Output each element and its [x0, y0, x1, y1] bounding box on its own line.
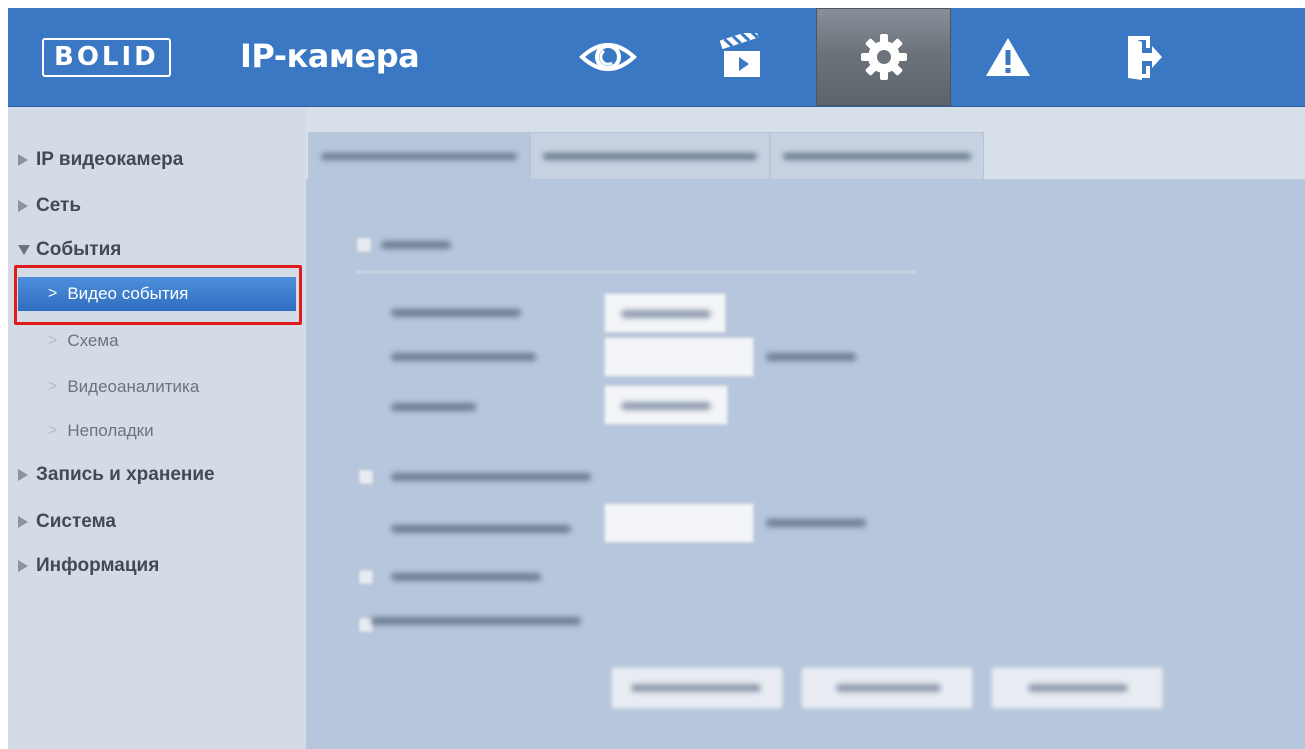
- sidebar-item-label: Система: [36, 511, 116, 532]
- nav-alarm-button[interactable]: [948, 8, 1068, 106]
- sidebar-subitem-label: Видеоаналитика: [67, 377, 200, 396]
- nav-setup-button[interactable]: [816, 8, 951, 106]
- record-delay-input[interactable]: [604, 503, 754, 543]
- sidebar-item-label: IP видеокамера: [36, 149, 184, 170]
- tab-bar: [306, 107, 1305, 179]
- sidebar-item-storage[interactable]: Запись и хранение: [18, 462, 215, 488]
- record-checkbox[interactable]: [358, 469, 374, 485]
- blurred-label: [391, 525, 571, 533]
- blurred-label: [836, 684, 941, 692]
- email-checkbox[interactable]: [358, 569, 374, 585]
- sidebar-item-events[interactable]: События: [18, 237, 121, 263]
- sidebar-item-network[interactable]: Сеть: [18, 193, 81, 219]
- content-area: [306, 107, 1305, 749]
- blurred-label: [371, 617, 581, 625]
- logout-icon: [1128, 36, 1162, 80]
- sidebar-subitem-video-analytics[interactable]: > Видеоаналитика: [48, 375, 199, 399]
- eye-icon: [579, 43, 637, 71]
- expand-arrow-icon: [18, 516, 28, 528]
- tab-video-tamper[interactable]: [530, 132, 770, 179]
- sidebar: IP видеокамера Сеть События > Видео собы…: [8, 107, 306, 749]
- blurred-label: [766, 519, 866, 527]
- enable-checkbox[interactable]: [356, 237, 372, 253]
- chevron-right-icon: >: [48, 378, 58, 395]
- expand-arrow-icon: [18, 469, 28, 481]
- tab-scene-change[interactable]: [770, 132, 984, 179]
- settings-panel: [306, 179, 1305, 749]
- blurred-label: [391, 473, 591, 481]
- sidebar-item-system[interactable]: Система: [18, 509, 116, 535]
- sidebar-item-label: Сеть: [36, 195, 82, 216]
- sidebar-subitem-faults[interactable]: > Неполадки: [48, 419, 154, 443]
- blurred-label: [391, 353, 536, 361]
- sidebar-subitem-label: Схема: [67, 331, 119, 350]
- gear-icon: [860, 34, 907, 80]
- sidebar-item-information[interactable]: Информация: [18, 553, 159, 579]
- expand-arrow-icon: [18, 154, 28, 166]
- brand-logo: BOLID: [42, 38, 171, 77]
- nav-live-button[interactable]: [548, 8, 668, 106]
- highlight-annotation: [14, 265, 302, 325]
- divider: [356, 271, 916, 273]
- app-title: IP-камера: [240, 37, 420, 75]
- sidebar-subitem-label: Неполадки: [67, 421, 154, 440]
- sidebar-item-ip-camera[interactable]: IP видеокамера: [18, 147, 183, 173]
- chevron-right-icon: >: [48, 422, 58, 439]
- blurred-label: [391, 573, 541, 581]
- sidebar-item-label: События: [36, 239, 122, 260]
- sidebar-item-label: Запись и хранение: [36, 464, 215, 485]
- blurred-label: [766, 353, 856, 361]
- app-window: BOLID IP-камера IP видеокамера Сеть Собы…: [8, 8, 1305, 749]
- tab-motion-detection[interactable]: [308, 132, 530, 179]
- sidebar-subitem-schedule[interactable]: > Схема: [48, 329, 119, 353]
- chevron-right-icon: >: [48, 332, 58, 349]
- clapperboard-icon: [719, 33, 760, 77]
- blurred-label: [391, 309, 521, 317]
- expand-arrow-icon: [18, 200, 28, 212]
- blurred-label: [391, 403, 476, 411]
- warning-icon: [986, 38, 1030, 76]
- blurred-label: [621, 310, 711, 318]
- anti-dither-input[interactable]: [604, 337, 754, 377]
- expand-arrow-icon: [18, 560, 28, 572]
- collapse-arrow-icon: [18, 245, 30, 255]
- nav-playback-button[interactable]: [682, 8, 802, 106]
- sidebar-item-label: Информация: [36, 555, 160, 576]
- nav-logout-button[interactable]: [1084, 8, 1204, 106]
- blurred-label: [1028, 684, 1128, 692]
- blurred-label: [631, 684, 761, 692]
- blurred-label: [621, 402, 711, 410]
- blurred-label: [381, 241, 451, 249]
- header-bar: BOLID IP-камера: [8, 8, 1305, 107]
